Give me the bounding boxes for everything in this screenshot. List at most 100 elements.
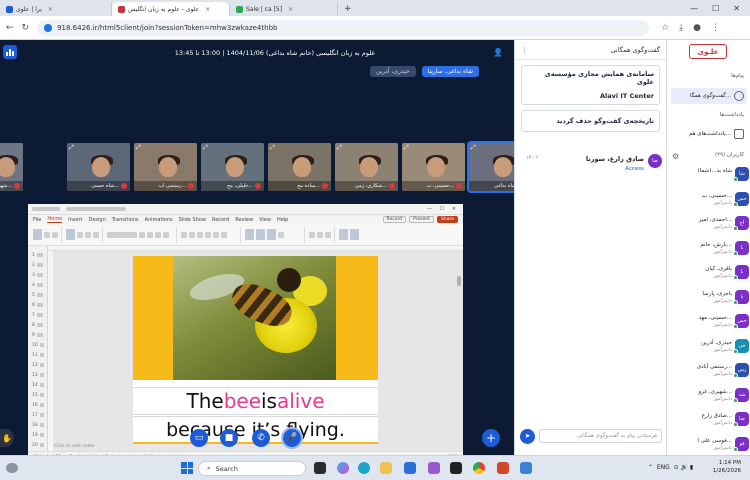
gear-icon[interactable]: ⚙ bbox=[672, 152, 679, 161]
user-list-item[interactable]: شا شاه بد...(شما) bbox=[671, 166, 749, 188]
share-screen-button[interactable]: ▭ bbox=[190, 429, 208, 447]
slide-thumbnail[interactable]: 9 bbox=[32, 332, 44, 338]
task-view-icon[interactable] bbox=[314, 462, 326, 474]
expand-icon[interactable]: ⤢ bbox=[471, 144, 476, 152]
ppt-menu-item[interactable]: Home bbox=[47, 216, 63, 223]
photos-icon[interactable] bbox=[520, 462, 532, 474]
profile-icon[interactable]: ● bbox=[693, 23, 701, 33]
media-player-icon[interactable] bbox=[450, 462, 462, 474]
user-list-item[interactable]: شه شهیری، غزو... دانش‌آموز bbox=[671, 387, 749, 409]
participant-thumbnail[interactable]: ⤢ رستمی آب... bbox=[134, 143, 197, 191]
bookmark-star-icon[interactable]: ☆ bbox=[661, 23, 669, 33]
mic-button[interactable]: 🎤 bbox=[281, 427, 303, 449]
current-slide[interactable]: The bee is alive because it’s flying. bbox=[133, 256, 378, 444]
share-button[interactable]: Share bbox=[437, 216, 458, 223]
expand-icon[interactable]: ⤢ bbox=[203, 144, 208, 152]
camera-button[interactable]: ■ bbox=[220, 429, 238, 447]
new-tab-button[interactable]: + bbox=[338, 2, 358, 16]
slide-thumbnail[interactable]: 16 bbox=[32, 402, 44, 408]
copilot-icon[interactable] bbox=[337, 462, 349, 474]
ppt-menu-item[interactable]: Insert bbox=[68, 217, 82, 223]
ribbon-editing[interactable] bbox=[309, 226, 335, 243]
slide-thumbnail[interactable]: 18 bbox=[32, 422, 44, 428]
ppt-scrollbar[interactable] bbox=[457, 276, 461, 286]
maximize-icon[interactable]: ☐ bbox=[712, 4, 719, 13]
presenter-chip[interactable]: شاه بداغی، سارینا bbox=[421, 66, 480, 77]
expand-icon[interactable]: ⤢ bbox=[136, 144, 141, 152]
expand-icon[interactable]: ⤢ bbox=[270, 144, 275, 152]
slide-thumbnail[interactable]: 10 bbox=[32, 342, 44, 348]
chrome-icon[interactable] bbox=[473, 462, 485, 474]
ribbon-paragraph[interactable] bbox=[181, 226, 241, 243]
user-list-item[interactable]: حس حسینی، مهد... دانش‌آموز bbox=[671, 313, 749, 335]
slide-thumbnail[interactable]: 14 bbox=[32, 382, 44, 388]
user-list-item[interactable]: با باجری، پارسا دانش‌آموز bbox=[671, 289, 749, 311]
present-button[interactable]: Present bbox=[409, 216, 434, 223]
start-button[interactable] bbox=[181, 462, 193, 474]
slide-thumbnail[interactable]: 4 bbox=[32, 282, 44, 288]
ppt-menu-item[interactable]: Design bbox=[88, 217, 105, 223]
ppt-menu-item[interactable]: View bbox=[259, 217, 271, 223]
ribbon-drawing[interactable] bbox=[245, 226, 305, 243]
user-list-item[interactable]: اح احمدی، امیر... دانش‌آموز bbox=[671, 215, 749, 237]
chat-input[interactable]: فرستادن پیام به گفت‌وگوی همگانی bbox=[539, 429, 662, 443]
weather-icon[interactable] bbox=[6, 461, 30, 475]
ribbon-font[interactable] bbox=[107, 226, 177, 243]
minimize-icon[interactable]: — bbox=[690, 4, 698, 13]
browser-tab[interactable]: يرا | علوی × bbox=[0, 2, 112, 16]
store-icon[interactable] bbox=[404, 462, 416, 474]
expand-icon[interactable]: ⤢ bbox=[337, 144, 342, 152]
slide-thumbnail[interactable]: 6 bbox=[32, 302, 44, 308]
ribbon-slides[interactable] bbox=[66, 226, 103, 243]
ppt-menu-item[interactable]: Help bbox=[277, 217, 288, 223]
edge-icon[interactable] bbox=[358, 462, 370, 474]
ribbon-addins[interactable] bbox=[339, 227, 362, 243]
user-list-item[interactable]: رس رستمی آبادی... دانش‌آموز bbox=[671, 362, 749, 384]
slide-thumbnail[interactable]: 20 bbox=[32, 442, 44, 448]
close-tab-icon[interactable]: × bbox=[205, 6, 210, 13]
expand-icon[interactable]: ⤢ bbox=[404, 144, 409, 152]
slide-thumbnail[interactable]: 13 bbox=[32, 372, 44, 378]
reload-icon[interactable]: ↻ bbox=[22, 23, 30, 33]
ppt-menu-item[interactable]: Slide Show bbox=[179, 217, 206, 223]
url-field[interactable]: 918.6426.ir/html5client/join?sessionToke… bbox=[37, 19, 650, 36]
actions-plus-button[interactable]: + bbox=[482, 429, 500, 447]
chat-options-icon[interactable]: ⋮ bbox=[521, 46, 528, 54]
guest-chip[interactable]: حیدری، آدرین bbox=[370, 66, 416, 77]
send-button[interactable]: ➤ bbox=[520, 428, 535, 444]
close-tab-icon[interactable]: × bbox=[48, 6, 53, 13]
browser-tab[interactable]: Sale | ca [5] × bbox=[230, 2, 338, 16]
user-list-item[interactable]: با بارش، خانم... دانش‌آموز bbox=[671, 240, 749, 262]
sidebar-item-public-chat[interactable]: گفت‌وگوی همگا... bbox=[671, 88, 747, 104]
slide-thumbnail[interactable]: 3 bbox=[32, 272, 44, 278]
taskbar-clock[interactable]: 1:14 PM 1/26/2026 bbox=[705, 459, 741, 476]
system-tray[interactable]: ⌃ ENG ⊙ 🔊 ▮ bbox=[648, 464, 693, 471]
ppt-menu-item[interactable]: Record bbox=[212, 217, 229, 223]
user-settings-icon[interactable]: 👤 bbox=[493, 48, 503, 57]
participant-thumbnail[interactable]: ⤢شهیری کو... bbox=[0, 143, 23, 191]
participant-thumbnail[interactable]: ⤢ حسینی، ب... bbox=[402, 143, 465, 191]
user-list-item[interactable]: صا صادق زارع... دانش‌آموز bbox=[671, 411, 749, 433]
back-icon[interactable]: ← bbox=[6, 23, 14, 33]
stats-icon[interactable] bbox=[3, 45, 17, 59]
user-list-item[interactable]: با باقری، کیان دانش‌آموز bbox=[671, 264, 749, 286]
participant-thumbnail[interactable]: ⤢ شاه حسنی... bbox=[67, 143, 130, 191]
ppt-menu-item[interactable]: Transitions bbox=[112, 217, 139, 223]
slide-thumbnail[interactable]: 15 bbox=[32, 392, 44, 398]
menu-icon[interactable]: ⋮ bbox=[711, 23, 720, 33]
slide-thumbnail-panel[interactable]: 1 2 3 4 5 6 7 8 9 10 11 12 13 14 15 16 17 18 19 20 bbox=[28, 246, 48, 451]
powerpoint-icon[interactable] bbox=[497, 462, 509, 474]
close-window-icon[interactable]: ✕ bbox=[733, 4, 740, 13]
taskbar-search[interactable]: ⌕ Search bbox=[198, 461, 306, 476]
user-list-item[interactable]: حی حیدری، آدرین دانش‌آموز bbox=[671, 338, 749, 360]
slide-thumbnail[interactable]: 7 bbox=[32, 312, 44, 318]
file-explorer-icon[interactable] bbox=[380, 462, 392, 474]
ppt-menu-item[interactable]: File bbox=[33, 217, 41, 223]
ppt-menu-item[interactable]: Animations bbox=[145, 217, 173, 223]
settings-app-icon[interactable] bbox=[428, 462, 440, 474]
slide-thumbnail[interactable]: 17 bbox=[32, 412, 44, 418]
notes-placeholder[interactable]: Click to add notes bbox=[54, 444, 95, 449]
ppt-menu-item[interactable]: Review bbox=[235, 217, 253, 223]
phone-button[interactable]: ✆ bbox=[252, 429, 270, 447]
site-info-icon[interactable] bbox=[44, 23, 53, 32]
